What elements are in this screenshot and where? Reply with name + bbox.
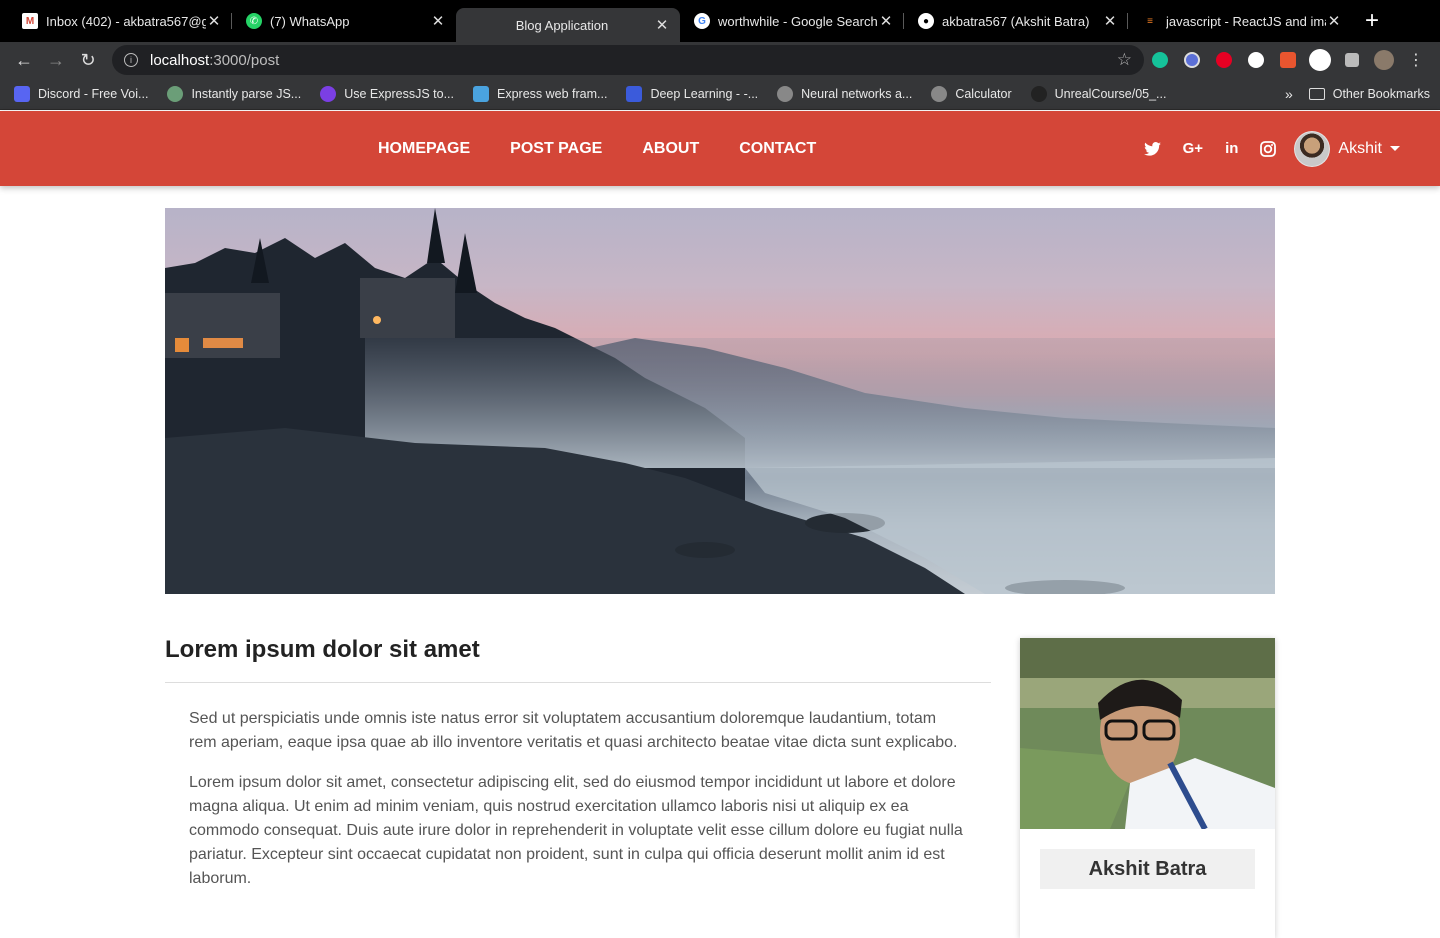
close-icon[interactable]: ✕ [206,12,222,30]
linkedin-icon[interactable]: in [1225,140,1238,157]
instagram-icon[interactable] [1260,140,1277,157]
close-icon[interactable]: ✕ [430,12,446,30]
gmail-icon: M [22,13,38,29]
bookmarks-bar: Discord - Free Voi... Instantly parse JS… [0,78,1440,110]
forward-icon[interactable]: → [40,46,72,74]
bookmark-label: Discord - Free Voi... [38,86,149,101]
bookmark-label: Instantly parse JS... [191,86,302,101]
close-icon[interactable]: ✕ [1102,12,1118,30]
new-tab-button[interactable]: + [1352,0,1392,42]
post-content: Lorem ipsum dolor sit amet Sed ut perspi… [165,630,991,891]
tab-title: Inbox (402) - akbatra567@g [46,13,206,29]
tab-title: javascript - ReactJS and ima [1166,13,1326,29]
bookmark-item[interactable]: UnrealCourse/05_... [1030,85,1167,102]
browser-toolbar: ← → ↻ i localhost:3000/post ☆ ⋮ [0,42,1440,78]
bookmark-favicon [626,85,643,102]
google-icon: G [694,13,710,29]
reload-icon[interactable]: ↻ [72,46,104,74]
post-paragraph: Sed ut perspiciatis unde omnis iste natu… [189,710,958,751]
address-bar[interactable]: i localhost:3000/post ☆ [112,45,1144,75]
bookmark-item[interactable]: Express web fram... [473,85,608,102]
google-plus-icon[interactable]: G+ [1183,140,1203,157]
bookmark-star-icon[interactable]: ☆ [1117,50,1132,70]
nav-homepage[interactable]: HOMEPAGE [358,140,490,158]
info-icon[interactable]: i [124,53,138,67]
social-links: G+ in Akshit [1122,111,1400,186]
browser-tab-active[interactable]: Blog Application ✕ [456,8,680,42]
pinterest-icon[interactable] [1208,52,1240,68]
url-path: :3000/post [209,51,280,69]
main-menu: HOMEPAGE POST PAGE ABOUT CONTACT [358,111,836,186]
bookmark-label: Deep Learning - -... [650,86,759,101]
extension-icon[interactable] [1176,52,1208,68]
bookmark-item[interactable]: Discord - Free Voi... [14,85,149,102]
close-icon[interactable]: ✕ [654,16,670,34]
bookmark-label: Calculator [955,86,1012,101]
author-card: Akshit Batra [1020,638,1275,938]
other-bookmarks[interactable]: Other Bookmarks [1333,87,1430,101]
menu-dots-icon[interactable]: ⋮ [1400,46,1432,74]
extension-icon[interactable] [1240,52,1272,68]
close-icon[interactable]: ✕ [878,12,894,30]
post-paragraph: Lorem ipsum dolor sit amet, consectetur … [189,774,963,887]
browser-tab[interactable]: ● akbatra567 (Akshit Batra) ✕ [904,0,1128,42]
github-icon: ● [918,13,934,29]
tab-title: (7) WhatsApp [270,13,350,29]
browser-tabstrip: M Inbox (402) - akbatra567@g ✕ ✆ (7) Wha… [0,0,1440,42]
globe-icon [931,85,948,102]
folder-icon [1308,87,1325,100]
browser-tab[interactable]: G worthwhile - Google Search ✕ [680,0,904,42]
puzzle-icon[interactable] [1336,53,1368,67]
grammarly-icon[interactable] [1144,52,1176,68]
author-name: Akshit Batra [1040,849,1255,889]
bookmark-item[interactable]: Calculator [931,85,1012,102]
github-icon [1030,85,1047,102]
close-icon[interactable]: ✕ [1326,12,1342,30]
nav-about[interactable]: ABOUT [622,140,719,158]
more-bookmarks-icon[interactable]: » [1285,86,1293,102]
tampermonkey-icon[interactable] [1304,49,1336,71]
extension-icon[interactable] [1272,52,1304,68]
author-photo [1020,638,1275,829]
whatsapp-icon: ✆ [246,13,262,29]
user-avatar[interactable] [1294,130,1331,167]
bookmark-label: UnrealCourse/05_... [1054,86,1167,101]
bookmark-item[interactable]: Use ExpressJS to... [320,85,454,102]
tab-title: Blog Application [515,17,609,33]
twitter-icon[interactable] [1143,141,1161,156]
nav-contact[interactable]: CONTACT [719,140,836,158]
bookmark-item[interactable]: Instantly parse JS... [167,85,302,102]
quicktype-icon [167,85,184,102]
post-title: Lorem ipsum dolor sit amet [165,630,991,683]
hero-image [165,208,1275,594]
chevron-down-icon[interactable] [1390,146,1400,151]
tab-title: worthwhile - Google Search [718,13,878,29]
discord-icon [14,85,30,102]
browser-tab[interactable]: ✆ (7) WhatsApp ✕ [232,0,456,42]
nav-post-page[interactable]: POST PAGE [490,140,622,158]
bookmark-label: Neural networks a... [801,86,913,101]
url-host: localhost [150,51,210,69]
bookmark-label: Use ExpressJS to... [344,86,454,101]
stackoverflow-icon: ≡ [1147,15,1153,27]
browser-tab[interactable]: M Inbox (402) - akbatra567@g ✕ [8,0,232,42]
bookmark-label: Express web fram... [497,86,608,101]
bookmark-favicon [473,85,489,102]
site-navbar: HOMEPAGE POST PAGE ABOUT CONTACT G+ in A… [0,111,1440,186]
tab-title: akbatra567 (Akshit Batra) [942,13,1090,29]
profile-avatar-icon[interactable] [1368,50,1400,70]
bookmark-item[interactable]: Neural networks a... [777,85,913,102]
user-name[interactable]: Akshit [1338,140,1382,158]
bookmark-favicon [320,85,337,102]
back-icon[interactable]: ← [8,46,40,74]
globe-icon [777,85,794,102]
bookmark-item[interactable]: Deep Learning - -... [626,85,759,102]
browser-tab[interactable]: ≡ javascript - ReactJS and ima ✕ [1128,0,1352,42]
